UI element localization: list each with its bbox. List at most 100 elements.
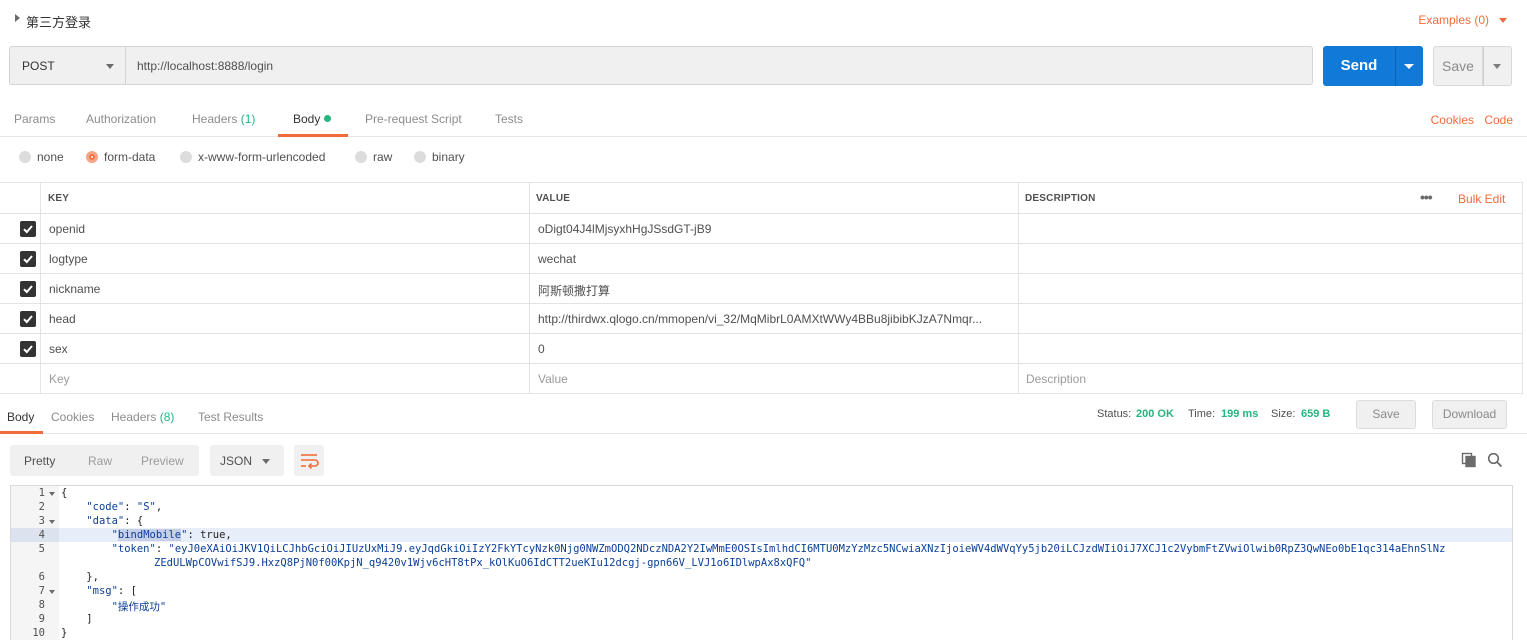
fold-arrow-icon[interactable] (49, 492, 55, 496)
new-key-input[interactable]: Key (49, 372, 70, 386)
response-tab-cookies[interactable]: Cookies (51, 410, 94, 424)
bulk-edit-link[interactable]: Bulk Edit (1458, 192, 1505, 206)
radio-form-data[interactable]: form-data (86, 150, 155, 164)
caret-right-icon[interactable] (15, 14, 20, 22)
checkmark-icon (23, 255, 33, 264)
row-key[interactable]: openid (49, 222, 85, 236)
radio-dot-icon (414, 151, 426, 163)
radio-binary[interactable]: binary (414, 150, 465, 164)
url-input[interactable] (125, 46, 1313, 85)
row-checkbox[interactable] (20, 221, 36, 237)
code-token: }, (86, 571, 99, 583)
checkmark-icon (23, 285, 33, 294)
tab-params[interactable]: Params (14, 112, 55, 126)
new-description-input[interactable]: Description (1026, 372, 1086, 386)
save-button[interactable]: Save (1433, 46, 1483, 86)
response-tab-headers-label: Headers (111, 410, 157, 424)
line-number: 9 (38, 613, 45, 625)
row-value[interactable]: wechat (538, 252, 1012, 266)
checkmark-icon (23, 225, 33, 234)
column-header-value: VALUE (536, 193, 571, 204)
response-body-editor[interactable]: 1 2 3 4 5 6 7 8 9 10 { "code": "S", "dat… (10, 485, 1513, 640)
tab-pre-request-script[interactable]: Pre-request Script (365, 112, 462, 126)
active-tab-indicator (0, 431, 43, 434)
wrap-lines-icon (301, 454, 319, 470)
radio-label: binary (432, 150, 465, 164)
tab-authorization[interactable]: Authorization (86, 112, 156, 126)
more-options-icon[interactable]: ••• (1420, 189, 1433, 205)
code-key: "data" (86, 515, 125, 527)
code-key: "code" (86, 501, 125, 513)
row-divider (0, 303, 1523, 304)
status-value[interactable]: 200 OK (1136, 408, 1174, 420)
radio-urlencoded[interactable]: x-www-form-urlencoded (180, 150, 325, 164)
time-value[interactable]: 199 ms (1221, 408, 1258, 420)
tab-headers-label: Headers (192, 112, 238, 126)
response-tab-body[interactable]: Body (7, 410, 34, 424)
response-tab-headers[interactable]: Headers (8) (111, 410, 174, 424)
line-number: 4 (38, 529, 45, 541)
tab-body[interactable]: Body (293, 112, 332, 126)
form-data-table: KEY VALUE DESCRIPTION ••• Bulk Edit open… (0, 182, 1523, 394)
tab-headers[interactable]: Headers (1) (192, 112, 255, 126)
new-value-input[interactable]: Value (538, 372, 568, 386)
row-value[interactable]: 阿斯顿撒打算 (538, 282, 1012, 299)
search-icon[interactable] (1487, 452, 1503, 468)
row-value[interactable]: oDigt04J4lMjsyxhHgJSsdGT-jB9 (538, 222, 1012, 236)
method-select[interactable]: POST (9, 46, 126, 85)
code-string: "eyJ0eXAiOiJKV1QiLCJhbGciOiJIUzUxMiJ9.ey… (168, 543, 1446, 555)
row-checkbox[interactable] (20, 281, 36, 297)
view-raw-button[interactable]: Raw (88, 454, 112, 468)
checkmark-icon (23, 345, 33, 354)
radio-label: x-www-form-urlencoded (198, 150, 326, 164)
code-token: [ (130, 585, 137, 597)
send-options-button[interactable] (1395, 46, 1423, 86)
examples-dropdown[interactable]: Examples (0) (1418, 13, 1489, 27)
chevron-down-icon[interactable] (1499, 18, 1507, 23)
row-key[interactable]: sex (49, 342, 68, 356)
code-line: "token": "eyJ0eXAiOiJKV1QiLCJhbGciOiJIUz… (111, 543, 1446, 555)
radio-dot-icon (180, 151, 192, 163)
row-checkbox[interactable] (20, 311, 36, 327)
row-divider (0, 273, 1523, 274)
cookies-link[interactable]: Cookies (1431, 113, 1474, 127)
caret-down-icon (1493, 64, 1501, 69)
save-response-button[interactable]: Save (1356, 400, 1416, 429)
copy-icon[interactable] (1461, 452, 1477, 468)
view-pretty-button[interactable]: Pretty (24, 454, 55, 468)
tab-tests[interactable]: Tests (495, 112, 523, 126)
row-key[interactable]: logtype (49, 252, 88, 266)
row-checkbox[interactable] (20, 341, 36, 357)
line-number: 10 (32, 627, 45, 639)
save-options-button[interactable] (1483, 46, 1512, 86)
code-line: }, (61, 571, 99, 583)
line-number: 1 (38, 487, 45, 499)
request-title-row: 第三方登录 Examples (0) (0, 0, 1527, 40)
size-value[interactable]: 659 B (1301, 408, 1330, 420)
view-mode-group: Pretty Raw Preview (10, 445, 199, 476)
request-title[interactable]: 第三方登录 (26, 12, 91, 31)
row-value[interactable]: 0 (538, 342, 1012, 356)
row-divider (0, 363, 1523, 364)
format-select[interactable]: JSON (210, 445, 284, 476)
download-button[interactable]: Download (1432, 400, 1507, 429)
view-preview-button[interactable]: Preview (141, 454, 184, 468)
code-line: "data": { (86, 515, 144, 527)
row-checkbox[interactable] (20, 251, 36, 267)
code-link[interactable]: Code (1484, 113, 1513, 127)
code-key-selected: bindMobile (117, 529, 182, 541)
radio-none[interactable]: none (19, 150, 64, 164)
code-line: "操作成功" (61, 599, 167, 614)
radio-raw[interactable]: raw (355, 150, 392, 164)
row-key[interactable]: nickname (49, 282, 100, 296)
row-key[interactable]: head (49, 312, 76, 326)
radio-dot-icon (355, 151, 367, 163)
radio-label: form-data (104, 150, 156, 164)
active-tab-indicator (278, 134, 348, 137)
response-tab-test-results[interactable]: Test Results (198, 410, 263, 424)
row-value[interactable]: http://thirdwx.qlogo.cn/mmopen/vi_32/MqM… (538, 312, 1012, 326)
fold-arrow-icon[interactable] (49, 520, 55, 524)
wrap-lines-button[interactable] (294, 445, 324, 476)
send-button[interactable]: Send (1323, 46, 1395, 86)
fold-arrow-icon[interactable] (49, 590, 55, 594)
